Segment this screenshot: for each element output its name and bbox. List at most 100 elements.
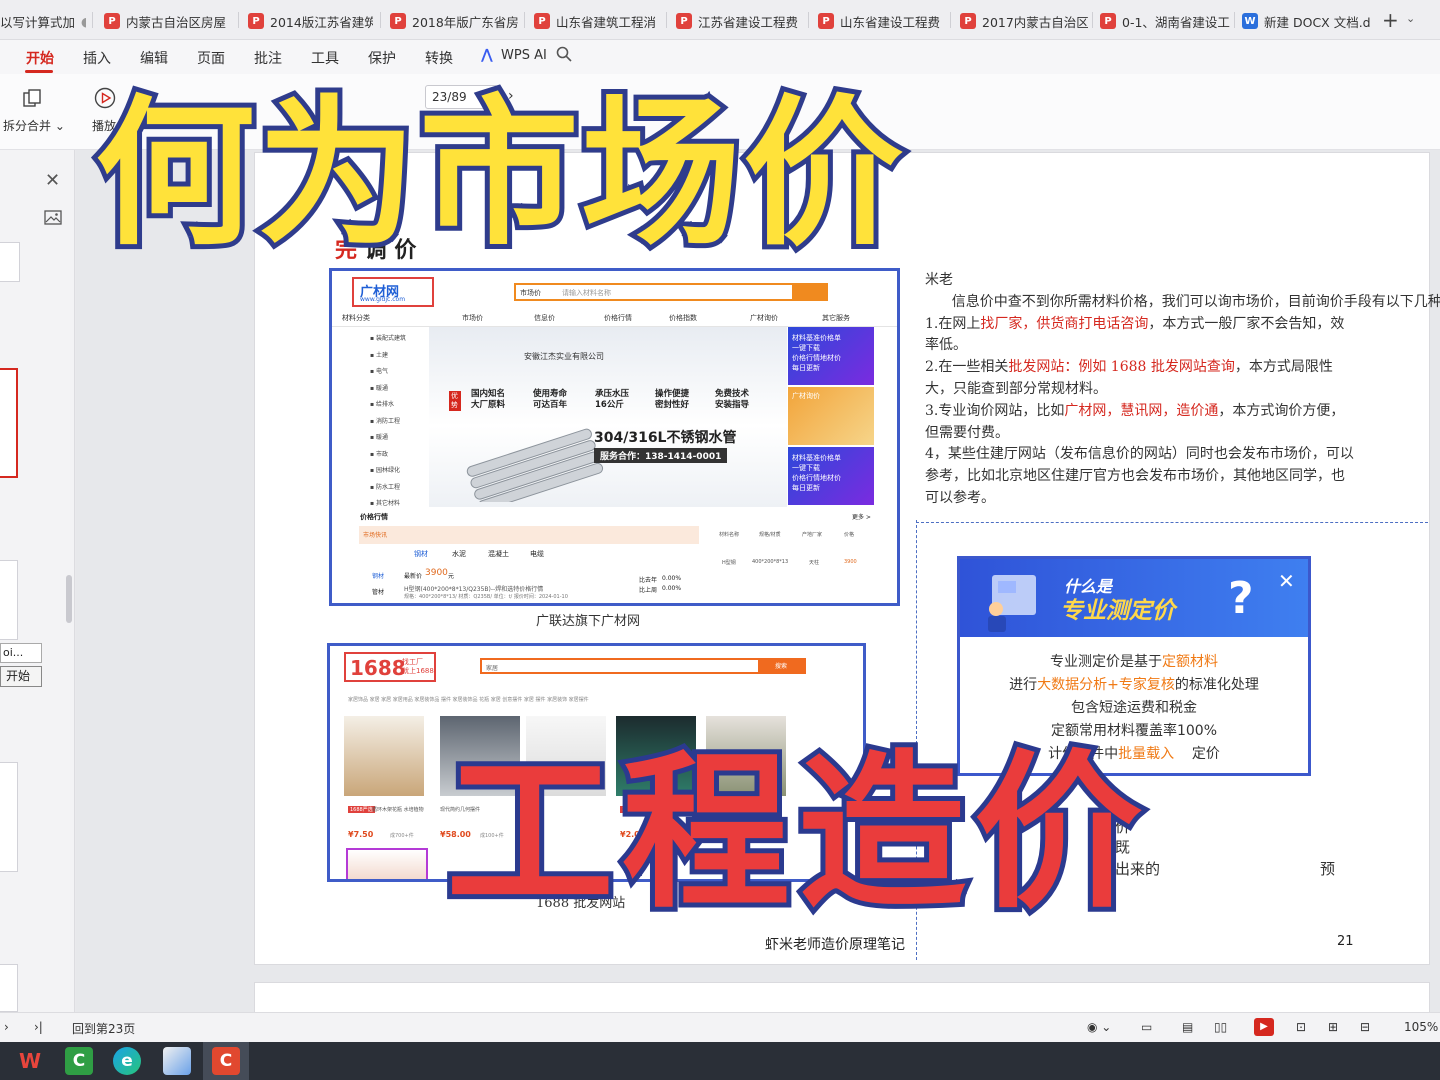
market-price-text: 米老 信息价中查不到你所需材料价格，我们可以询市场价，目前询价手段有以下几种。 … <box>925 270 1440 510</box>
pdf-icon: P <box>676 13 692 29</box>
menu-insert[interactable]: 插入 <box>83 48 111 68</box>
play-icon[interactable]: ▶ <box>1254 1018 1274 1036</box>
menu-convert[interactable]: 转换 <box>425 48 453 68</box>
menu-tools[interactable]: 工具 <box>311 48 339 68</box>
menu-protect[interactable]: 保护 <box>368 48 396 68</box>
material-tab: 钢材 <box>414 550 428 558</box>
ad-banner: 广材询价 <box>788 387 874 445</box>
eye-protection-icon[interactable]: ◉ ⌄ <box>1087 1020 1111 1034</box>
thumbnail-panel <box>0 150 75 1012</box>
product-image <box>346 848 428 879</box>
back-to-page-link[interactable]: 回到第23页 <box>72 1020 135 1037</box>
fit-width-icon[interactable]: ⊡ <box>1296 1020 1306 1034</box>
banner-feature: 操作便捷 密封性好 <box>655 389 690 410</box>
tab-label: 2018年版广东省房 <box>412 14 518 30</box>
yoy-value: 0.00% <box>662 575 682 582</box>
search-icon[interactable] <box>556 46 572 62</box>
pdf-icon: P <box>1100 13 1116 29</box>
menu-start[interactable]: 开始 <box>26 48 54 68</box>
highlight-text: 找厂家，供货商打电话咨询 <box>980 315 1149 332</box>
single-page-view-icon[interactable]: ▭ <box>1141 1020 1152 1034</box>
fullscreen-icon[interactable]: ⊟ <box>1360 1020 1370 1034</box>
page-thumbnail[interactable] <box>0 964 18 1012</box>
tab-doc-4[interactable]: P 山东省建筑工程消 <box>534 6 662 36</box>
split-merge-button[interactable]: 拆分合并 ⌄ <box>3 117 65 134</box>
steel-pipes-image <box>466 428 604 502</box>
tab-label: 山东省建筑工程消 <box>556 14 657 30</box>
page-thumbnail[interactable] <box>0 242 20 282</box>
new-tab-plus-icon[interactable]: + <box>1382 8 1399 32</box>
tab-doc-6[interactable]: P 山东省建设工程费 <box>818 6 946 36</box>
camtasia-red-icon[interactable]: C <box>212 1047 240 1075</box>
camtasia-green-icon[interactable]: C <box>65 1047 93 1075</box>
ad-banner: 材料基准价格单 一键下载 价格行情地材价 每日更新 <box>788 327 874 385</box>
tab-doc-7[interactable]: P 2017内蒙古自治区 <box>960 6 1088 36</box>
tab-doc-3[interactable]: P 2018年版广东省房 <box>390 6 518 36</box>
tab-doc-8[interactable]: P 0-1、湖南省建设工 <box>1100 6 1230 36</box>
latest-product: H型钢(400*200*8*13/Q235B)--焊和选特价格行情 <box>404 586 544 593</box>
nav-category-title: 材料分类 <box>342 314 370 322</box>
guangcai-search-button <box>794 283 828 301</box>
product-image <box>344 716 424 796</box>
tab-label: 山东省建设工程费 <box>840 14 941 30</box>
close-icon[interactable]: ✕ <box>1278 569 1295 593</box>
split-merge-icon[interactable] <box>22 88 42 108</box>
wps-ai-icon[interactable]: ⋀ <box>481 47 493 63</box>
guangcai-banner: 安徽江杰实业有限公司 优势 国内知名 大厂原料 使用寿命 可达百年 承压水压 1… <box>429 327 787 507</box>
close-icon[interactable]: ✕ <box>45 170 60 191</box>
two-page-view-icon[interactable]: ▯▯ <box>1214 1020 1227 1034</box>
image-viewer-icon[interactable] <box>163 1047 191 1075</box>
guangcai-logo-url: www.gldjc.com <box>360 296 406 303</box>
pdf-icon: P <box>534 13 550 29</box>
tab-doc-9[interactable]: W 新建 DOCX 文档.d <box>1242 6 1372 36</box>
tab-label: 2017内蒙古自治区 <box>982 14 1088 30</box>
wps-office-icon[interactable]: W <box>16 1047 44 1075</box>
page-thumbnail[interactable] <box>0 762 18 872</box>
chevron-down-icon[interactable]: ⌄ <box>1406 12 1415 25</box>
tab-separator <box>524 12 525 28</box>
table-header: 规格/材质 <box>759 532 781 538</box>
material-tab: 水泥 <box>452 550 466 558</box>
nav-item: 价格行情 <box>604 314 632 322</box>
tab-separator <box>1092 12 1093 28</box>
continuous-view-icon[interactable]: ▤ <box>1182 1020 1193 1034</box>
popup-line: 包含短途运费和税金 <box>1071 700 1197 716</box>
market-news-strip: 市场快讯 <box>359 526 699 544</box>
side-tab: 管材 <box>372 589 385 596</box>
menu-wps-ai[interactable]: WPS AI <box>501 48 547 63</box>
text-run: 的标准化处理 <box>1174 677 1259 693</box>
category-item: ▪ 给排水 <box>370 401 394 408</box>
tab-doc-5[interactable]: P 江苏省建设工程费 <box>676 6 804 36</box>
pdf-icon: P <box>960 13 976 29</box>
page-thumbnail-current[interactable] <box>0 368 18 478</box>
tab-separator <box>950 12 951 28</box>
next-page-icon[interactable]: › <box>4 1020 9 1034</box>
page-thumbnail[interactable] <box>0 560 18 640</box>
tab-doc-1[interactable]: P 内蒙古自治区房屋 <box>104 6 232 36</box>
material-tab: 混凝土 <box>488 550 509 558</box>
mom-label: 比上周 <box>639 587 658 594</box>
image-icon[interactable] <box>44 210 62 225</box>
category-item: ▪ 土建 <box>370 351 388 359</box>
zoom-level[interactable]: 105% <box>1404 1020 1438 1034</box>
tab-doc-0[interactable]: 以写计算式加 ● <box>0 6 86 36</box>
highlight-text: 大数据分析+专家复核 <box>1037 677 1175 693</box>
side-tab: 钢材 <box>372 573 385 580</box>
context-start-button[interactable]: 开始 <box>0 666 42 687</box>
1688-search-button: 搜索 <box>760 658 806 674</box>
thumbnail-scrollbar[interactable] <box>66 575 72 623</box>
menu-annotate[interactable]: 批注 <box>254 48 282 68</box>
edge-browser-icon[interactable]: e <box>113 1047 141 1075</box>
tab-separator <box>808 12 809 28</box>
last-page-icon[interactable]: ›| <box>34 1020 43 1034</box>
word-icon: W <box>1242 13 1258 29</box>
menu-page[interactable]: 页面 <box>197 48 225 68</box>
tab-doc-2[interactable]: P 2014版江苏省建筑 <box>248 6 373 36</box>
table-header: 价格 <box>844 532 855 538</box>
table-header: 材料名称 <box>719 532 740 538</box>
text-run: 2.在一些相关 <box>925 359 1009 376</box>
text-run: 信息价中查不到你所需材料价格，我们可以询市场价，目前询价手段有以下几种。 <box>925 293 1440 310</box>
menu-edit[interactable]: 编辑 <box>140 48 168 68</box>
guangcai-website-screenshot: 广材网 www.gldjc.com 市场价 请输入材料名称 材料分类 市场价 信… <box>329 268 900 606</box>
fit-page-icon[interactable]: ⊞ <box>1328 1020 1338 1034</box>
